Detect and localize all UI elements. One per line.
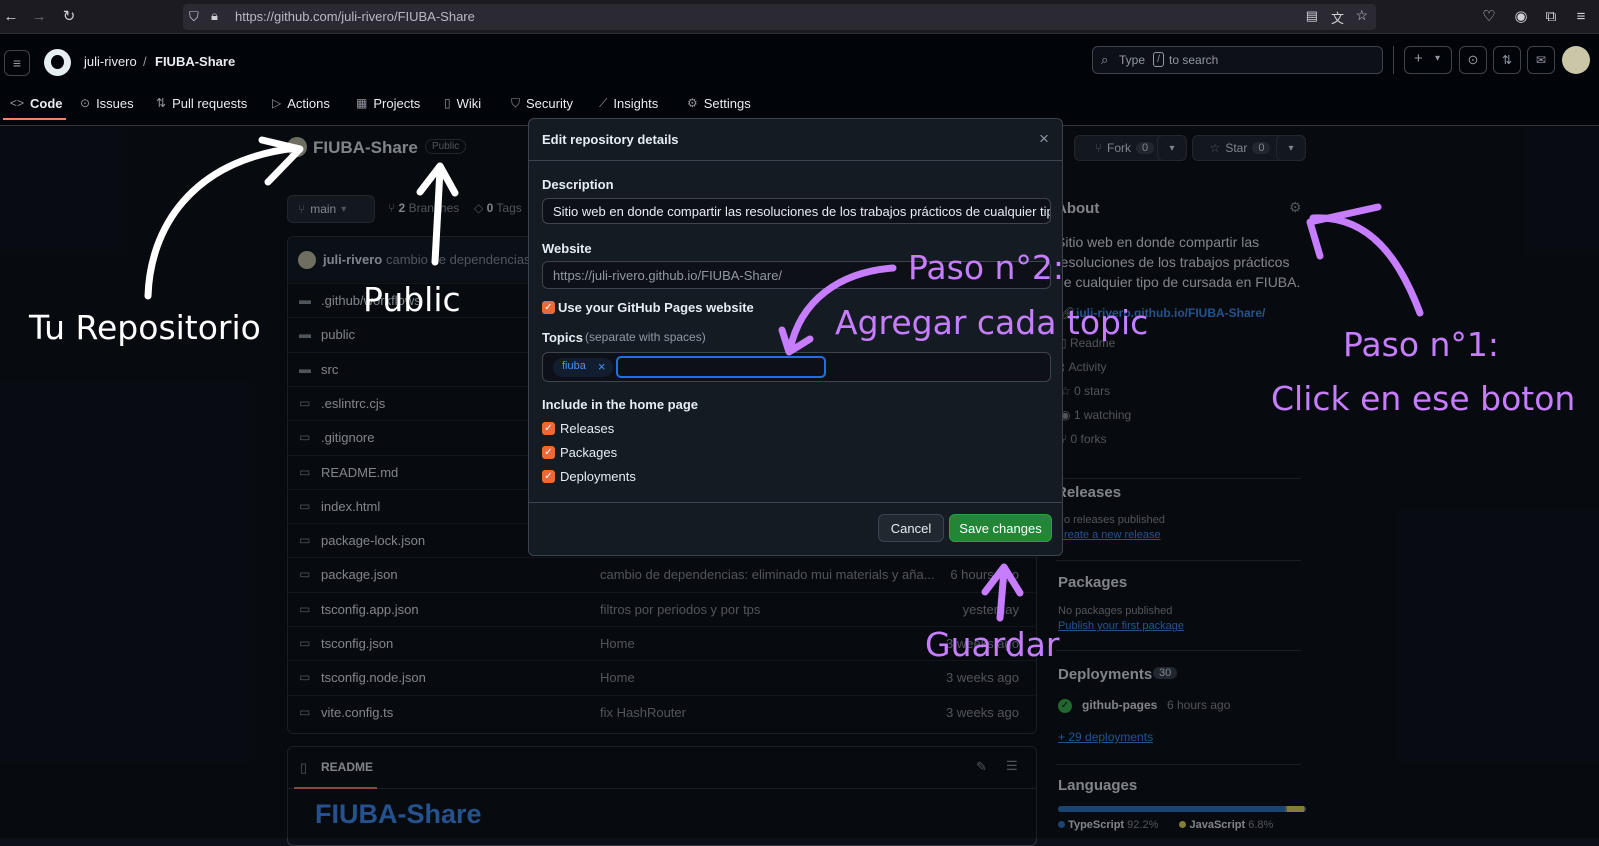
annotation-arrows xyxy=(144,136,1424,622)
annotation-paso2-title: Paso n°2: xyxy=(908,248,1065,287)
paso1-arrow xyxy=(1309,214,1424,317)
public-arrow xyxy=(431,166,444,266)
repo-arrow-head xyxy=(258,136,304,186)
annotation-paso1-title: Paso n°1: xyxy=(1343,325,1500,364)
repo-arrow xyxy=(144,144,300,300)
annotation-public: Public xyxy=(363,280,461,319)
annotation-tu-repositorio: Tu Repositorio xyxy=(29,308,261,347)
annotation-paso2-text: Agregar cada topic xyxy=(835,303,1149,342)
annotation-paso1-text: Click en ese boton xyxy=(1271,379,1576,418)
annotation-guardar: Guardar xyxy=(925,625,1060,664)
